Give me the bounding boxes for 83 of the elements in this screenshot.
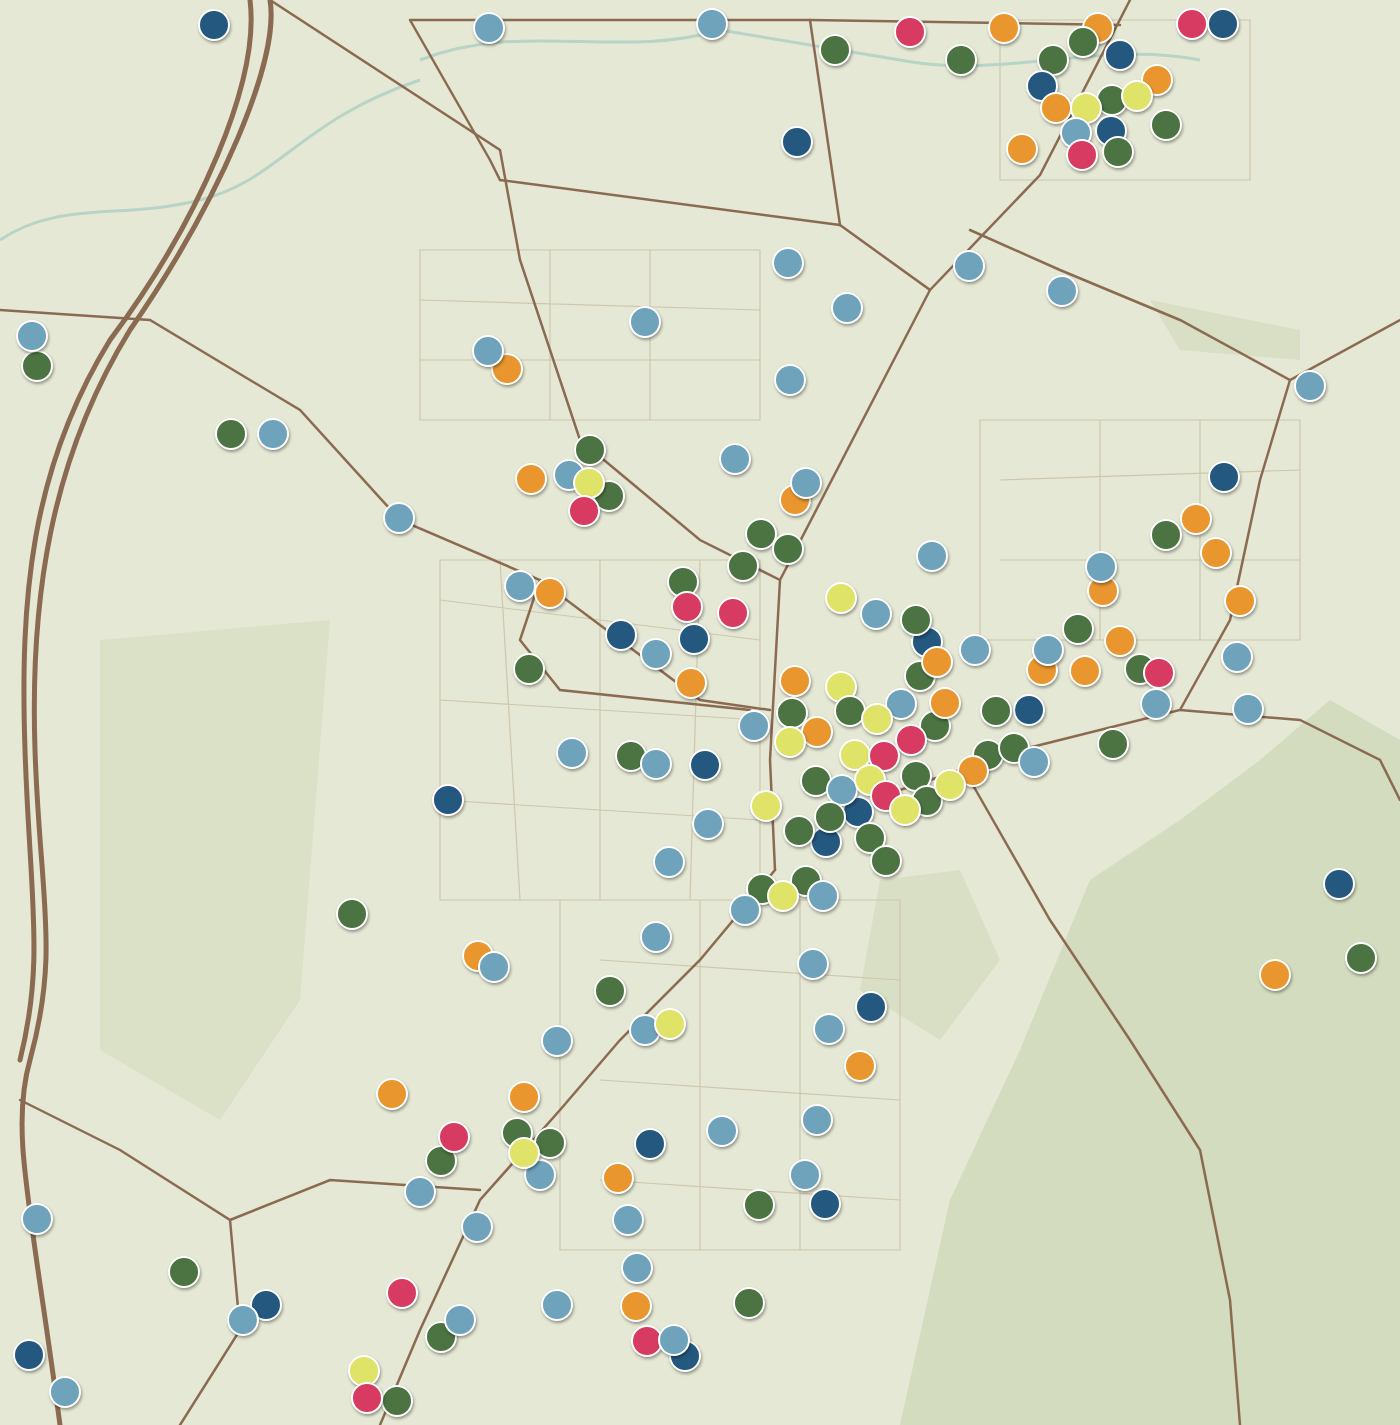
map-pin[interactable]	[934, 769, 966, 801]
map-pin[interactable]	[13, 1339, 45, 1371]
map-pin[interactable]	[1066, 139, 1098, 171]
map-pin[interactable]	[729, 894, 761, 926]
map-pin[interactable]	[386, 1277, 418, 1309]
map-pin[interactable]	[513, 653, 545, 685]
map-pin[interactable]	[1208, 461, 1240, 493]
map-pin[interactable]	[743, 1189, 775, 1221]
map-pin[interactable]	[1176, 8, 1208, 40]
map-pin[interactable]	[717, 597, 749, 629]
map-pin[interactable]	[631, 1325, 663, 1357]
map-pin[interactable]	[776, 697, 808, 729]
map-pin[interactable]	[605, 619, 637, 651]
map-pin[interactable]	[834, 695, 866, 727]
map-pin[interactable]	[574, 434, 606, 466]
map-pin[interactable]	[825, 671, 857, 703]
map-pin[interactable]	[438, 1121, 470, 1153]
map-pin[interactable]	[772, 533, 804, 565]
map-pin[interactable]	[351, 1382, 383, 1414]
map-pin[interactable]	[640, 748, 672, 780]
map-pin[interactable]	[534, 1127, 566, 1159]
map-pin[interactable]	[1143, 657, 1175, 689]
map-pin[interactable]	[783, 815, 815, 847]
map-pin[interactable]	[689, 749, 721, 781]
map-pin[interactable]	[198, 9, 230, 41]
map-pin[interactable]	[1037, 44, 1069, 76]
map-pin[interactable]	[889, 794, 921, 826]
map-pin[interactable]	[568, 495, 600, 527]
map-pin[interactable]	[819, 34, 851, 66]
map-pin[interactable]	[227, 1304, 259, 1336]
map-pin[interactable]	[868, 740, 900, 772]
map-pin[interactable]	[658, 1324, 690, 1356]
map-pin[interactable]	[807, 880, 839, 912]
map-pin[interactable]	[1062, 613, 1094, 645]
map-pin[interactable]	[381, 1385, 413, 1417]
map-pin[interactable]	[855, 991, 887, 1023]
map-pin[interactable]	[168, 1256, 200, 1288]
map-pin[interactable]	[432, 784, 464, 816]
map-pin[interactable]	[1150, 519, 1182, 551]
map-pin[interactable]	[425, 1321, 457, 1353]
map-pin[interactable]	[1150, 109, 1182, 141]
map-pin[interactable]	[1097, 728, 1129, 760]
map-pin[interactable]	[727, 550, 759, 582]
map-pin[interactable]	[49, 1376, 81, 1408]
map-pin[interactable]	[1102, 136, 1134, 168]
map-pin[interactable]	[900, 760, 932, 792]
map-pin[interactable]	[895, 724, 927, 756]
map-pin[interactable]	[1104, 39, 1136, 71]
map-pin[interactable]	[667, 566, 699, 598]
map-pin[interactable]	[733, 1287, 765, 1319]
map-pin[interactable]	[921, 646, 953, 678]
map-pin[interactable]	[1018, 746, 1050, 778]
map-pin[interactable]	[1207, 8, 1239, 40]
map-pin[interactable]	[615, 740, 647, 772]
map-pin[interactable]	[894, 16, 926, 48]
map-pin[interactable]	[900, 604, 932, 636]
map-pin[interactable]	[444, 1304, 476, 1336]
map-pin[interactable]	[573, 467, 605, 499]
map-pin[interactable]	[250, 1289, 282, 1321]
map-pin[interactable]	[594, 975, 626, 1007]
map-pin[interactable]	[945, 44, 977, 76]
map-pin[interactable]	[508, 1137, 540, 1169]
map-pin[interactable]	[634, 1128, 666, 1160]
map-pin[interactable]	[215, 418, 247, 450]
map-pin[interactable]	[781, 126, 813, 158]
map-pin[interactable]	[678, 623, 710, 655]
map-pin[interactable]	[929, 687, 961, 719]
map-pin[interactable]	[1067, 26, 1099, 58]
map-pin[interactable]	[348, 1355, 380, 1387]
map-pin[interactable]	[814, 801, 846, 833]
map-pin[interactable]	[425, 1145, 457, 1177]
map-pin[interactable]	[1013, 694, 1045, 726]
map-pin[interactable]	[800, 765, 832, 797]
map-pin[interactable]	[336, 898, 368, 930]
map-pin[interactable]	[854, 822, 886, 854]
map-pin[interactable]	[21, 350, 53, 382]
map-pin[interactable]	[745, 518, 777, 550]
map-pin[interactable]	[1040, 92, 1072, 124]
map-pin[interactable]	[809, 1188, 841, 1220]
map-pin[interactable]	[671, 591, 703, 623]
map-pin[interactable]	[980, 695, 1012, 727]
map-pin[interactable]	[767, 880, 799, 912]
map-pin[interactable]	[870, 845, 902, 877]
